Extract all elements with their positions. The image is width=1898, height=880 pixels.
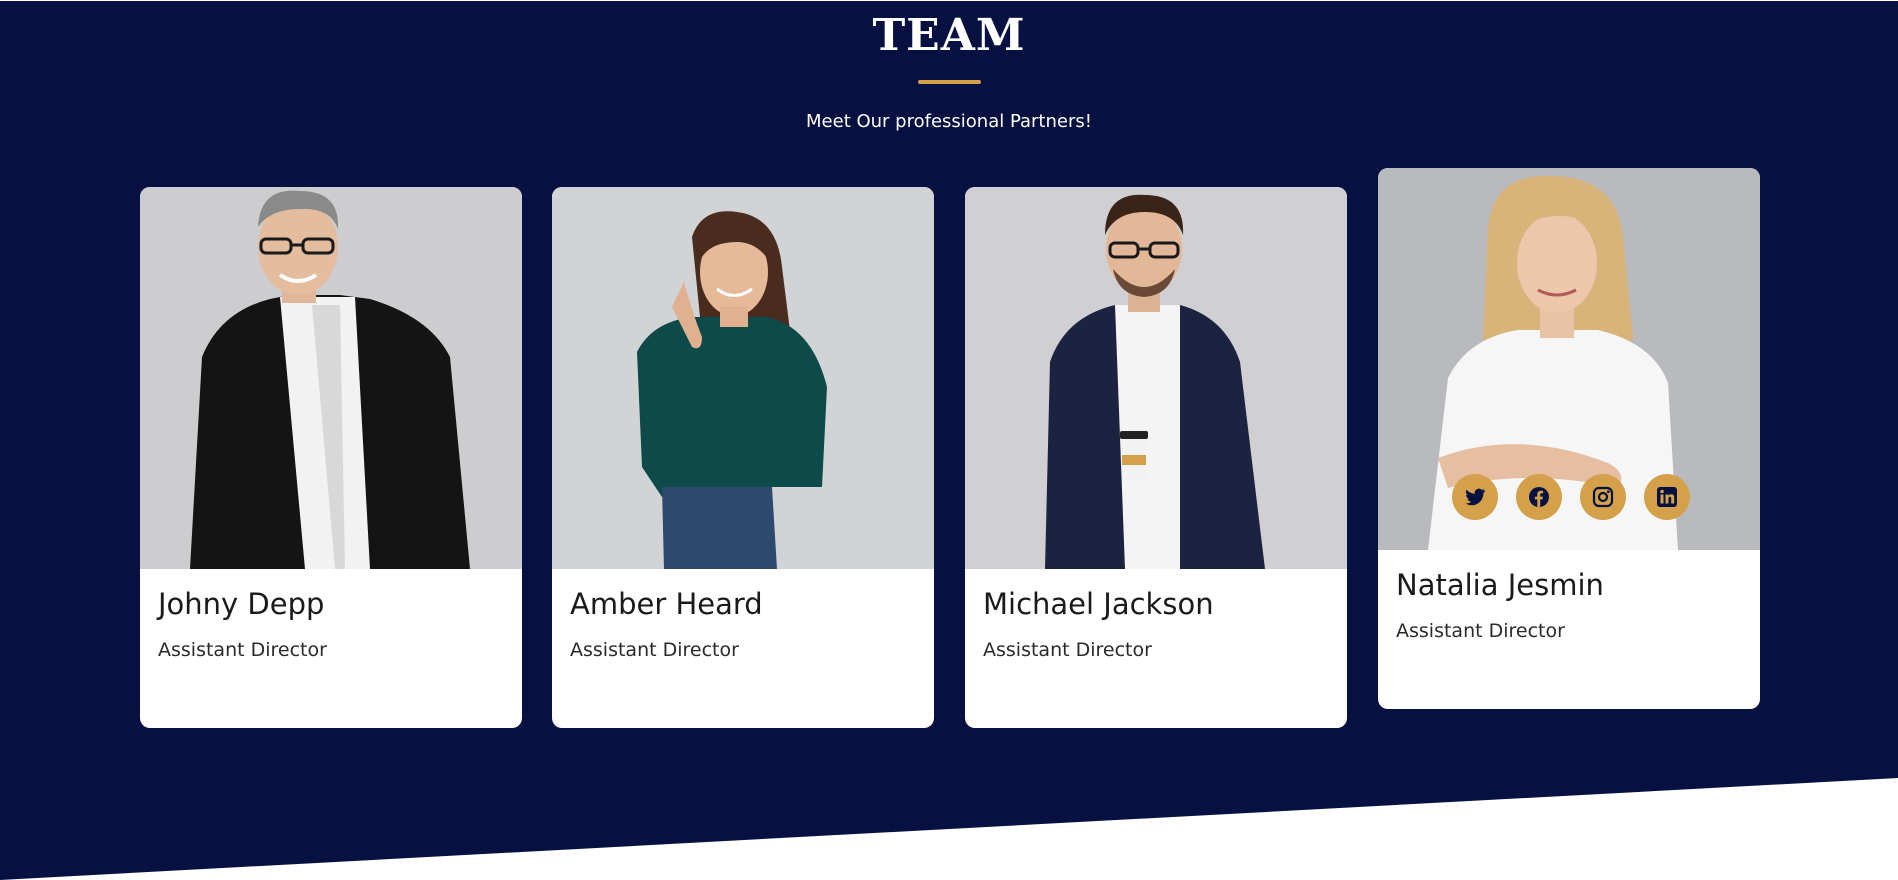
instagram-button[interactable] — [1580, 474, 1626, 520]
facebook-icon — [1529, 487, 1549, 507]
section-subtitle: Meet Our professional Partners! — [806, 111, 1092, 132]
team-card-johny-depp[interactable]: Johny Depp Assistant Director — [140, 187, 522, 728]
member-name: Johny Depp — [158, 587, 325, 621]
social-links — [1452, 474, 1692, 520]
member-name: Michael Jackson — [983, 587, 1214, 621]
top-border — [0, 0, 1898, 1]
linkedin-icon — [1657, 487, 1677, 507]
member-photo — [1378, 168, 1760, 550]
section-title: TEAM — [872, 10, 1026, 61]
instagram-icon — [1592, 486, 1614, 508]
member-role: Assistant Director — [1396, 620, 1565, 642]
member-name: Natalia Jesmin — [1396, 568, 1604, 602]
member-photo — [965, 187, 1347, 569]
member-name: Amber Heard — [570, 587, 763, 621]
member-role: Assistant Director — [983, 639, 1152, 661]
team-card-amber-heard[interactable]: Amber Heard Assistant Director — [552, 187, 934, 728]
team-section: TEAM Meet Our professional Partners! Joh… — [0, 0, 1898, 880]
title-divider — [918, 80, 981, 84]
member-photo — [552, 187, 934, 569]
facebook-button[interactable] — [1516, 474, 1562, 520]
member-photo — [140, 187, 522, 569]
member-role: Assistant Director — [570, 639, 739, 661]
team-card-michael-jackson[interactable]: Michael Jackson Assistant Director — [965, 187, 1347, 728]
team-card-natalia-jesmin[interactable]: Natalia Jesmin Assistant Director — [1378, 168, 1760, 709]
twitter-button[interactable] — [1452, 474, 1498, 520]
twitter-icon — [1465, 488, 1486, 506]
member-role: Assistant Director — [158, 639, 327, 661]
linkedin-button[interactable] — [1644, 474, 1690, 520]
